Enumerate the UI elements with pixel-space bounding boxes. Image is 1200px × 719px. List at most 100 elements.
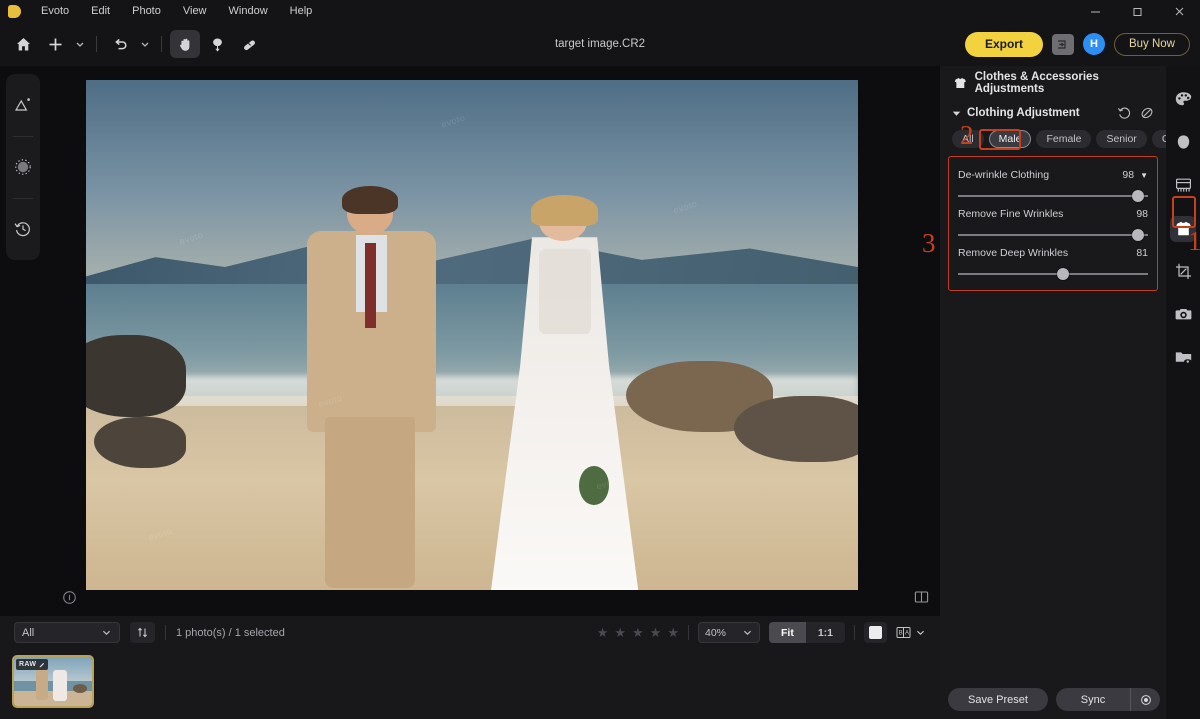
- bottom-divider: [165, 625, 166, 640]
- close-icon[interactable]: [1158, 0, 1200, 22]
- chip-senior[interactable]: Senior: [1096, 130, 1147, 148]
- app-logo-icon: [8, 4, 21, 18]
- photo-subject-bride: [472, 194, 657, 590]
- left-tool-rail: [6, 74, 40, 260]
- slider-row: De-wrinkle Clothing 98 ▼: [958, 163, 1148, 202]
- bottom-bar: All 1 photo(s) / 1 selected ★ ★ ★ ★ ★ 40…: [0, 616, 940, 719]
- history-icon[interactable]: [6, 198, 40, 260]
- slider-knob[interactable]: [1132, 190, 1145, 202]
- top-toolbar: target image.CR2 Export H Buy Now: [0, 22, 1200, 66]
- menu-item-help[interactable]: Help: [279, 0, 324, 22]
- patch-tool-icon[interactable]: [234, 30, 264, 58]
- save-preset-button[interactable]: Save Preset: [948, 688, 1048, 711]
- chip-male[interactable]: Male: [988, 130, 1032, 148]
- slider-expand-caret-icon[interactable]: ▼: [1140, 171, 1148, 180]
- face-retouch-icon[interactable]: [1166, 121, 1200, 164]
- thumbnail-item[interactable]: RAW: [12, 655, 94, 708]
- zoom-value: 40%: [704, 626, 726, 639]
- bottom-bar-right: ★ ★ ★ ★ ★ 40% Fit 1:1 B A: [597, 622, 926, 643]
- bottom-divider: [687, 625, 689, 640]
- color-palette-icon[interactable]: [1166, 78, 1200, 121]
- slider-knob[interactable]: [1132, 229, 1145, 241]
- edit-mask-icon[interactable]: [1140, 106, 1154, 120]
- clothes-icon[interactable]: [1166, 207, 1200, 250]
- spot-heal-icon[interactable]: [202, 30, 232, 58]
- image-adjust-icon[interactable]: [6, 74, 40, 136]
- window-controls: [1074, 0, 1200, 22]
- raw-badge: RAW: [16, 659, 49, 670]
- avatar[interactable]: H: [1082, 33, 1105, 55]
- slider-track[interactable]: [958, 229, 1148, 241]
- add-chevron-down-icon[interactable]: [72, 30, 88, 58]
- slider-label: Remove Deep Wrinkles: [958, 247, 1069, 259]
- home-icon[interactable]: [8, 30, 38, 58]
- slider-row: Remove Fine Wrinkles 98: [958, 202, 1148, 241]
- background-icon[interactable]: [1166, 164, 1200, 207]
- fit-button[interactable]: Fit: [768, 622, 806, 643]
- reset-icon[interactable]: [1117, 106, 1131, 120]
- sort-icon[interactable]: [130, 622, 155, 643]
- bottom-divider: [854, 625, 855, 640]
- star-icon[interactable]: ★: [632, 625, 644, 641]
- add-photos-button[interactable]: [40, 30, 70, 58]
- menu-item-edit[interactable]: Edit: [80, 0, 121, 22]
- gear-icon[interactable]: [1131, 688, 1160, 711]
- chevron-down-icon: [744, 630, 751, 635]
- photo-rock: [93, 416, 187, 468]
- folder-preview-icon[interactable]: [1166, 336, 1200, 379]
- buy-now-button[interactable]: Buy Now: [1113, 32, 1190, 56]
- export-panel-icon[interactable]: [1051, 33, 1074, 55]
- crop-icon[interactable]: [1166, 250, 1200, 293]
- minimize-icon[interactable]: [1074, 0, 1116, 22]
- split-view-icon[interactable]: [912, 588, 930, 606]
- toolbar-divider-2: [161, 36, 162, 52]
- caret-down-icon[interactable]: [952, 109, 961, 118]
- star-icon[interactable]: ★: [667, 625, 679, 641]
- sync-button[interactable]: Sync: [1056, 688, 1130, 711]
- export-button[interactable]: Export: [964, 31, 1043, 57]
- star-icon[interactable]: ★: [614, 625, 626, 641]
- toolbar-divider-1: [96, 36, 97, 52]
- svg-text:A: A: [905, 631, 909, 637]
- photo-preview[interactable]: evoto evoto evoto evoto evoto evoto: [86, 80, 858, 590]
- menu-item-evoto[interactable]: Evoto: [30, 0, 80, 22]
- right-panel: Clothes & Accessories Adjustments Clothi…: [940, 66, 1196, 719]
- chip-all[interactable]: All: [952, 130, 984, 148]
- camera-icon[interactable]: [1166, 293, 1200, 336]
- fit-mode-group: Fit 1:1: [768, 622, 845, 643]
- zoom-select[interactable]: 40%: [697, 622, 760, 643]
- hand-tool-icon[interactable]: [170, 30, 200, 58]
- section-title: Clothing Adjustment: [967, 107, 1080, 119]
- undo-arrow-icon[interactable]: [105, 30, 135, 58]
- one-to-one-button[interactable]: 1:1: [806, 622, 845, 643]
- filter-select[interactable]: All: [14, 622, 120, 643]
- chip-female[interactable]: Female: [1036, 130, 1092, 148]
- menu-bar: Evoto Edit Photo View Window Help: [0, 0, 1200, 22]
- background-color-swatch[interactable]: [864, 622, 887, 643]
- menu-item-photo[interactable]: Photo: [121, 0, 172, 22]
- slider-track[interactable]: [958, 190, 1148, 202]
- clothing-sliders-group: De-wrinkle Clothing 98 ▼ Remove Fine Wri…: [948, 156, 1158, 291]
- menu-item-window[interactable]: Window: [218, 0, 279, 22]
- star-icon[interactable]: ★: [650, 625, 662, 641]
- section-header-clothing[interactable]: Clothing Adjustment: [940, 100, 1166, 126]
- chevron-down-icon: [103, 630, 110, 635]
- before-after-icon[interactable]: B A: [896, 626, 926, 639]
- undo-chevron-down-icon[interactable]: [137, 30, 153, 58]
- chevron-down-icon: [917, 630, 924, 635]
- star-rating[interactable]: ★ ★ ★ ★ ★: [597, 625, 679, 641]
- thumbnail-strip: RAW: [0, 649, 940, 708]
- toolbar-tools: [0, 30, 264, 58]
- brightness-icon[interactable]: [6, 136, 40, 198]
- maximize-icon[interactable]: [1116, 0, 1158, 22]
- info-icon[interactable]: [60, 588, 78, 606]
- slider-track[interactable]: [958, 268, 1148, 280]
- svg-text:B: B: [899, 631, 903, 637]
- canvas-area[interactable]: evoto evoto evoto evoto evoto evoto: [44, 66, 940, 616]
- slider-value: 98: [1122, 169, 1135, 181]
- toolbar-right-actions: Export H Buy Now: [964, 31, 1200, 57]
- star-icon[interactable]: ★: [597, 625, 609, 641]
- slider-knob[interactable]: [1056, 268, 1069, 280]
- menu-item-view[interactable]: View: [172, 0, 218, 22]
- raw-badge-label: RAW: [19, 661, 37, 668]
